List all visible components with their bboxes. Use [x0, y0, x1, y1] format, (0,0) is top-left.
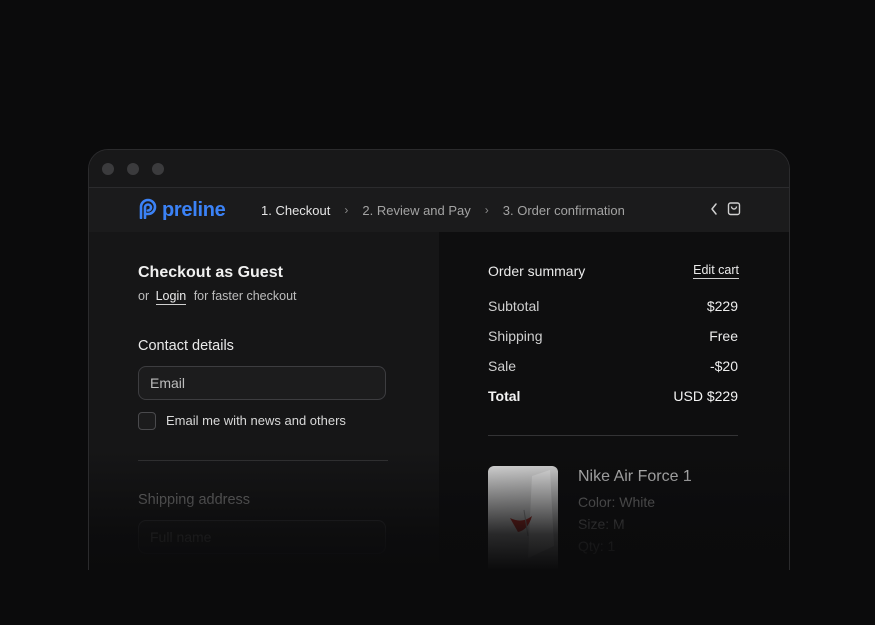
login-prompt: or Login for faster checkout: [138, 289, 297, 305]
chevron-right-icon: ›: [484, 203, 489, 217]
window-dot-minimize[interactable]: [127, 163, 139, 175]
window-dot-maximize[interactable]: [152, 163, 164, 175]
chevron-left-icon[interactable]: [709, 202, 719, 221]
login-link[interactable]: Login: [155, 289, 187, 305]
edit-cart-link[interactable]: Edit cart: [693, 263, 739, 279]
login-prefix: or: [138, 289, 150, 303]
shipping-address-title: Shipping address: [138, 492, 251, 508]
browser-window: preline 1. Checkout › 2. Review and Pay …: [88, 149, 790, 570]
chevron-right-icon: ›: [344, 203, 349, 217]
contact-details-title: Contact details: [138, 338, 234, 354]
summary-row-total: Total USD $229: [488, 388, 738, 404]
step-checkout[interactable]: 1. Checkout: [261, 203, 330, 218]
email-placeholder: Email: [150, 375, 186, 391]
product-image[interactable]: [488, 466, 558, 570]
login-suffix: for faster checkout: [193, 289, 297, 303]
summary-label: Shipping: [488, 328, 543, 344]
summary-label: Sale: [488, 358, 517, 374]
section-divider: [138, 460, 388, 461]
preline-logo-icon: [138, 197, 158, 224]
product-color: Color: White: [578, 494, 656, 510]
newsletter-label[interactable]: Email me with news and others: [166, 413, 346, 428]
summary-row-subtotal: Subtotal $229: [488, 298, 738, 314]
summary-label: Subtotal: [488, 298, 540, 314]
step-review-pay[interactable]: 2. Review and Pay: [362, 203, 470, 218]
summary-value: $229: [706, 298, 738, 314]
product-qty: Qty: 1: [578, 538, 616, 554]
nav-actions: [709, 201, 741, 221]
checkout-steps: 1. Checkout › 2. Review and Pay › 3. Ord…: [261, 188, 625, 232]
summary-value: Free: [709, 328, 738, 344]
checkout-form-panel: Checkout as Guest or Login for faster ch…: [89, 232, 439, 570]
shopping-bag-icon[interactable]: [727, 201, 741, 221]
newsletter-checkbox[interactable]: [138, 412, 156, 430]
email-input[interactable]: Email: [138, 366, 386, 400]
order-summary-title: Order summary: [488, 263, 586, 279]
brand-name: preline: [162, 199, 226, 221]
product-size: Size: M: [578, 516, 625, 532]
window-titlebar: [89, 150, 789, 188]
total-value: USD $229: [673, 388, 738, 404]
guest-checkout-title: Checkout as Guest: [138, 264, 283, 281]
summary-divider: [488, 435, 738, 436]
summary-row-sale: Sale -$20: [488, 358, 738, 374]
order-summary-panel: Order summary Edit cart Subtotal $229 Sh…: [439, 232, 789, 570]
summary-value: -$20: [709, 358, 738, 374]
full-name-input[interactable]: Full name: [138, 520, 386, 554]
total-label: Total: [488, 388, 521, 404]
window-dot-close[interactable]: [102, 163, 114, 175]
product-name: Nike Air Force 1: [578, 468, 692, 485]
step-order-confirmation[interactable]: 3. Order confirmation: [503, 203, 625, 218]
brand-logo[interactable]: preline: [138, 197, 226, 224]
checkout-nav: preline 1. Checkout › 2. Review and Pay …: [89, 188, 789, 232]
full-name-placeholder: Full name: [150, 529, 212, 545]
summary-row-shipping: Shipping Free: [488, 328, 738, 344]
